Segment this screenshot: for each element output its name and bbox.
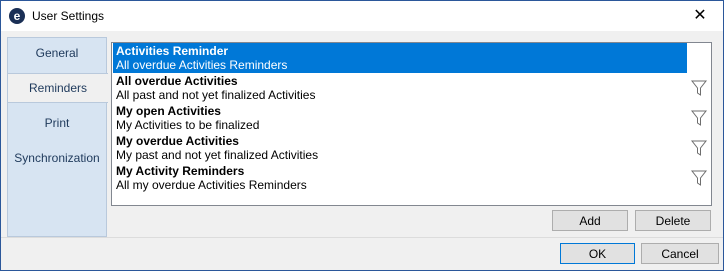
sidebar-item-general[interactable]: General <box>8 38 106 68</box>
reminder-title: Activities Reminder <box>116 44 229 58</box>
reminder-subtitle: All past and not yet finalized Activitie… <box>116 88 316 102</box>
footer-divider <box>1 237 723 238</box>
cancel-button[interactable]: Cancel <box>641 243 719 264</box>
settings-sidebar: General Reminders Print Synchronization <box>7 37 108 237</box>
reminder-row[interactable]: Activities Reminder All overdue Activiti… <box>113 43 687 73</box>
reminder-subtitle: My Activities to be finalized <box>116 118 260 132</box>
reminder-title: My open Activities <box>116 104 221 118</box>
reminder-subtitle: All my overdue Activities Reminders <box>116 178 307 192</box>
reminder-row[interactable]: My open Activities My Activities to be f… <box>113 103 687 133</box>
filter-icon[interactable] <box>690 169 708 187</box>
sidebar-item-synchronization[interactable]: Synchronization <box>8 143 106 173</box>
reminder-title: All overdue Activities <box>116 74 238 88</box>
reminder-title: My Activity Reminders <box>116 164 245 178</box>
app-logo-icon: e <box>9 8 25 24</box>
sidebar-item-print[interactable]: Print <box>8 108 106 138</box>
reminder-row[interactable]: My Activity Reminders All my overdue Act… <box>113 163 687 193</box>
reminder-title: My overdue Activities <box>116 134 239 148</box>
reminder-subtitle: My past and not yet finalized Activities <box>116 148 319 162</box>
user-settings-window: e User Settings ✕ General Reminders Prin… <box>0 0 724 271</box>
title-bar: e User Settings ✕ <box>1 1 723 31</box>
filter-icon[interactable] <box>690 139 708 157</box>
window-title: User Settings <box>32 9 105 23</box>
ok-button[interactable]: OK <box>560 243 635 264</box>
filter-icon[interactable] <box>690 49 708 67</box>
filter-icon[interactable] <box>690 109 708 127</box>
add-button[interactable]: Add <box>552 210 628 231</box>
reminder-row[interactable]: All overdue Activities All past and not … <box>113 73 687 103</box>
sidebar-item-reminders[interactable]: Reminders <box>7 73 108 103</box>
filter-icon[interactable] <box>690 79 708 97</box>
reminders-list: Activities Reminder All overdue Activiti… <box>111 42 712 206</box>
close-icon[interactable]: ✕ <box>677 1 723 31</box>
reminder-subtitle: All overdue Activities Reminders <box>116 58 288 72</box>
reminder-row[interactable]: My overdue Activities My past and not ye… <box>113 133 687 163</box>
delete-button[interactable]: Delete <box>635 210 711 231</box>
